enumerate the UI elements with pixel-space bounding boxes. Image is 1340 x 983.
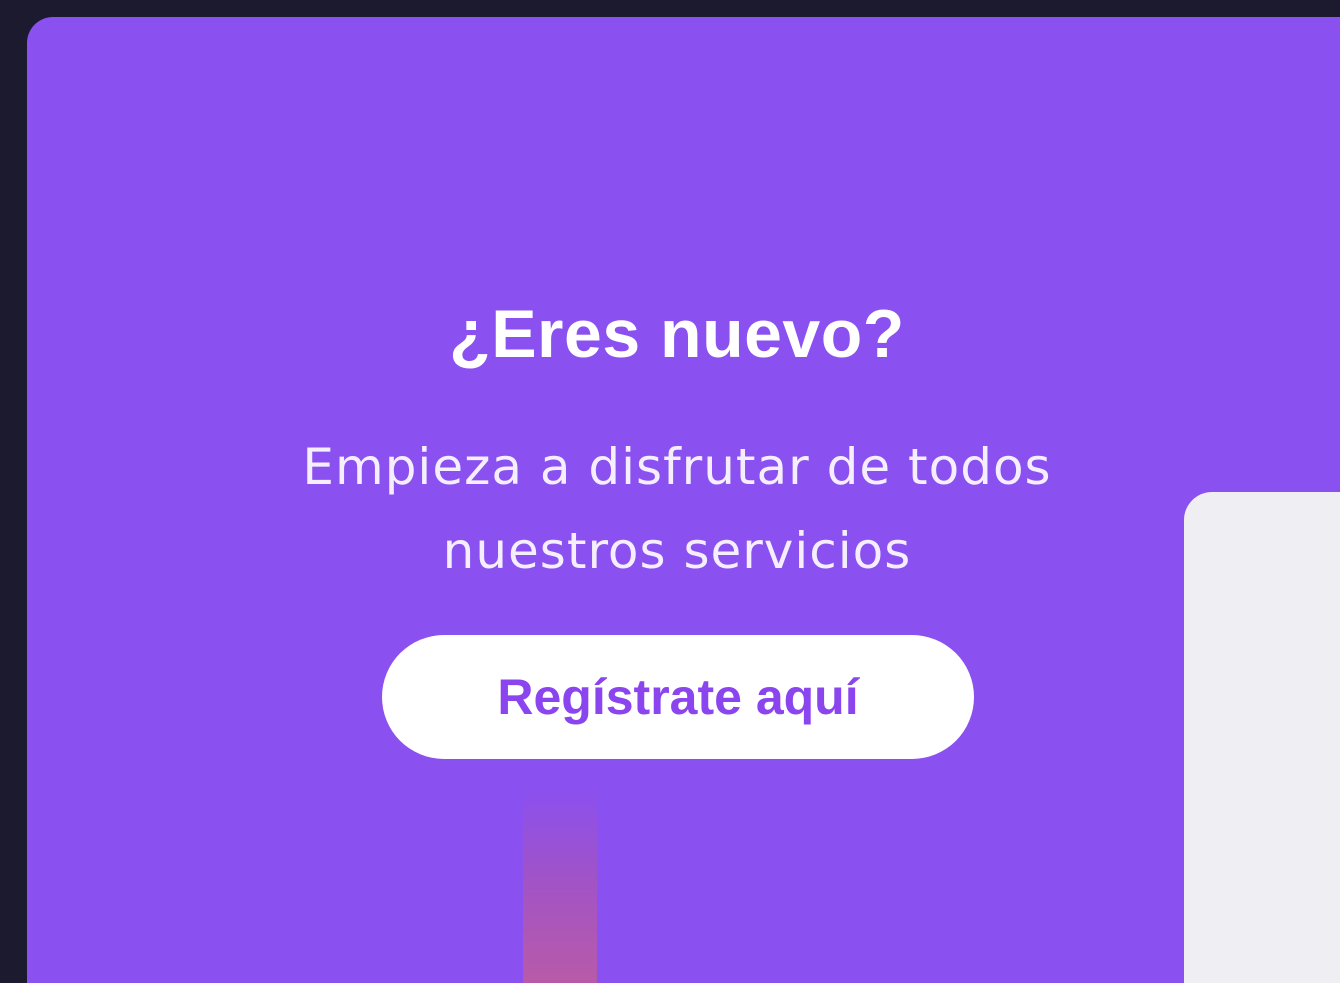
signup-panel: ¿Eres nuevo? Empieza a disfrutar de todo…	[27, 17, 1340, 983]
signup-title: ¿Eres nuevo?	[449, 296, 905, 372]
decorative-gradient-bar	[523, 787, 597, 983]
login-card	[1184, 492, 1340, 983]
subtitle-line-2: nuestros servicios	[442, 522, 912, 580]
subtitle-line-1: Empieza a disfrutar de todos	[302, 438, 1052, 496]
signup-subtitle: Empieza a disfrutar de todos nuestros se…	[277, 425, 1077, 593]
register-button[interactable]: Regístrate aquí	[382, 635, 974, 759]
